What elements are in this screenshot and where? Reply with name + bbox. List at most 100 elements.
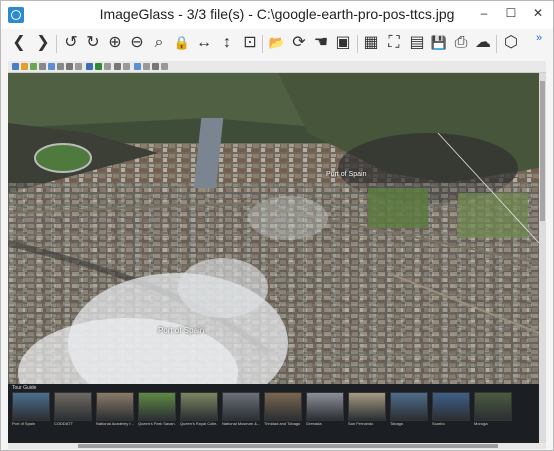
- tour-thumbnail-label: National Museum &...: [222, 421, 260, 426]
- previous-image-button[interactable]: ❮: [8, 32, 30, 54]
- toolbar-icon: [152, 63, 159, 70]
- set-wallpaper-button[interactable]: ▣: [332, 32, 354, 54]
- tour-thumbnail[interactable]: [138, 392, 176, 421]
- lock-zoom-button[interactable]: 🔒: [171, 32, 193, 54]
- tour-thumbnail-label: Grenada: [306, 421, 322, 426]
- lock-icon: 🔒: [173, 35, 191, 50]
- folder-open-icon: 📂: [268, 35, 286, 50]
- actual-size-button[interactable]: ⌕: [148, 32, 170, 54]
- tour-guide-panel: Tour Guide Port of Spain CODDATT National …: [8, 384, 539, 443]
- tour-guide-title: Tour Guide: [12, 385, 37, 391]
- tour-thumbnail[interactable]: [180, 392, 218, 421]
- refresh-icon: ⟳: [292, 34, 306, 51]
- minimize-button[interactable]: –: [471, 1, 497, 25]
- tour-thumbnail-label: Queen's Royal Colle...: [180, 421, 218, 426]
- toolbar-icon: [57, 63, 64, 70]
- maximize-button[interactable]: ☐: [498, 1, 524, 25]
- tour-thumbnail[interactable]: [264, 392, 302, 421]
- rotate-right-button[interactable]: ↻: [82, 32, 104, 54]
- toolbar-icon: [114, 63, 121, 70]
- cloud-upload-icon: ☁: [475, 34, 491, 51]
- tour-thumbnail[interactable]: [348, 392, 386, 421]
- fit-width-icon: ↔: [196, 34, 212, 51]
- map-label-port-of-spain: Port of Spain: [326, 171, 367, 178]
- save-icon: 💾: [430, 35, 448, 50]
- toolbar-icon: [95, 63, 102, 70]
- tour-thumbnail[interactable]: [474, 392, 512, 421]
- tour-thumbnail-label: Queen's Park Savan...: [138, 421, 176, 426]
- toolbar-icon: [66, 63, 73, 70]
- toolbar-icon: [75, 63, 82, 70]
- tour-thumbnail-label: Trinidad and Tobago: [264, 421, 301, 426]
- toolbar: ❮ ❯ ↺ ↻ ⊕ ⊖ ⌕ 🔒 ↔ ↕ ⊡ 📂 ⟳ ☚ ▣ ▦ ⛶ ▤ 💾 ⎙ …: [1, 29, 553, 59]
- toolbar-icon: [30, 63, 37, 70]
- scrollbar-thumb[interactable]: [540, 81, 545, 221]
- tour-thumbnail[interactable]: [432, 392, 470, 421]
- toolbar-icon: [39, 63, 46, 70]
- toolbar-icon: [161, 63, 168, 70]
- toolbar-icon: [48, 63, 55, 70]
- zoom-out-button[interactable]: ⊖: [126, 32, 148, 54]
- image-icon: ▣: [335, 34, 351, 51]
- slideshow-icon: ▤: [409, 34, 425, 51]
- image-viewer[interactable]: Port of Spain Port of Spain Tour Guide P…: [8, 61, 546, 443]
- thumbnail-bar-button[interactable]: ▦: [360, 32, 382, 54]
- tour-thumbnail[interactable]: [306, 392, 344, 421]
- toolbar-separator: [496, 35, 497, 53]
- embedded-app-toolbar: [8, 61, 546, 73]
- tour-thumbnail-label: National Academy f...: [96, 421, 134, 426]
- scale-to-fit-button[interactable]: ⊡: [239, 32, 261, 54]
- toolbar-icon: [86, 63, 93, 70]
- tour-thumbnail-label: Port of Spain: [12, 421, 36, 426]
- full-screen-button[interactable]: ⛶: [383, 32, 405, 54]
- toolbar-separator: [262, 35, 263, 53]
- vertical-scrollbar[interactable]: [539, 73, 546, 443]
- toolbar-overflow-button[interactable]: »: [536, 32, 542, 44]
- fit-height-icon: ↕: [223, 34, 231, 51]
- toolbar-icon: [12, 63, 19, 70]
- open-file-button[interactable]: 📂: [266, 32, 288, 54]
- close-button[interactable]: ✕: [525, 1, 551, 25]
- zoom-in-icon: ⊕: [108, 34, 122, 51]
- tour-thumbnail-label: CODDATT: [54, 421, 74, 426]
- tour-thumbnail[interactable]: [12, 392, 50, 421]
- toolbar-icon: [104, 63, 111, 70]
- tour-thumbnail-label: Moruga: [474, 421, 488, 426]
- zoom-in-button[interactable]: ⊕: [104, 32, 126, 54]
- hand-icon: ☚: [313, 34, 329, 51]
- printer-icon: ⎙: [454, 34, 468, 51]
- scrollbar-thumb[interactable]: [78, 444, 498, 448]
- tour-thumbnail-label: San Fernando: [348, 421, 374, 426]
- cube-icon: ⬡: [504, 34, 518, 51]
- rotate-left-button[interactable]: ↺: [60, 32, 82, 54]
- save-button[interactable]: 💾: [428, 32, 450, 54]
- fit-width-button[interactable]: ↔: [193, 32, 215, 54]
- refresh-button[interactable]: ⟳: [288, 32, 310, 54]
- chevron-left-icon: ❮: [12, 34, 26, 51]
- settings-button[interactable]: ⬡: [500, 32, 522, 54]
- next-image-button[interactable]: ❯: [32, 32, 54, 54]
- tour-thumbnail[interactable]: [96, 392, 134, 421]
- rotate-left-icon: ↺: [64, 34, 78, 51]
- map-label-port-of-spain-center: Port of Spain: [158, 326, 205, 335]
- rotate-right-icon: ↻: [86, 34, 100, 51]
- upload-button[interactable]: ☁: [472, 32, 494, 54]
- chevron-right-icon: ❯: [36, 34, 50, 51]
- tour-thumbnail-label: Scarbo: [432, 421, 445, 426]
- app-window: ImageGlass - 3/3 file(s) - C:\google-ear…: [0, 0, 554, 451]
- toolbar-separator: [56, 35, 57, 53]
- fit-height-button[interactable]: ↕: [216, 32, 238, 54]
- print-button[interactable]: ⎙: [450, 32, 472, 54]
- toolbar-icon: [143, 63, 150, 70]
- horizontal-scrollbar[interactable]: [8, 443, 546, 449]
- pan-tool-button[interactable]: ☚: [310, 32, 332, 54]
- fullscreen-icon: ⛶: [388, 34, 400, 51]
- toolbar-icon: [134, 63, 141, 70]
- tour-thumbnail[interactable]: [222, 392, 260, 421]
- slideshow-button[interactable]: ▤: [406, 32, 428, 54]
- zoom-out-icon: ⊖: [130, 34, 144, 51]
- tour-thumbnail[interactable]: [54, 392, 92, 421]
- magnifier-icon: ⌕: [154, 34, 164, 51]
- tour-thumbnail[interactable]: [390, 392, 428, 421]
- title-bar[interactable]: ImageGlass - 3/3 file(s) - C:\google-ear…: [1, 1, 553, 29]
